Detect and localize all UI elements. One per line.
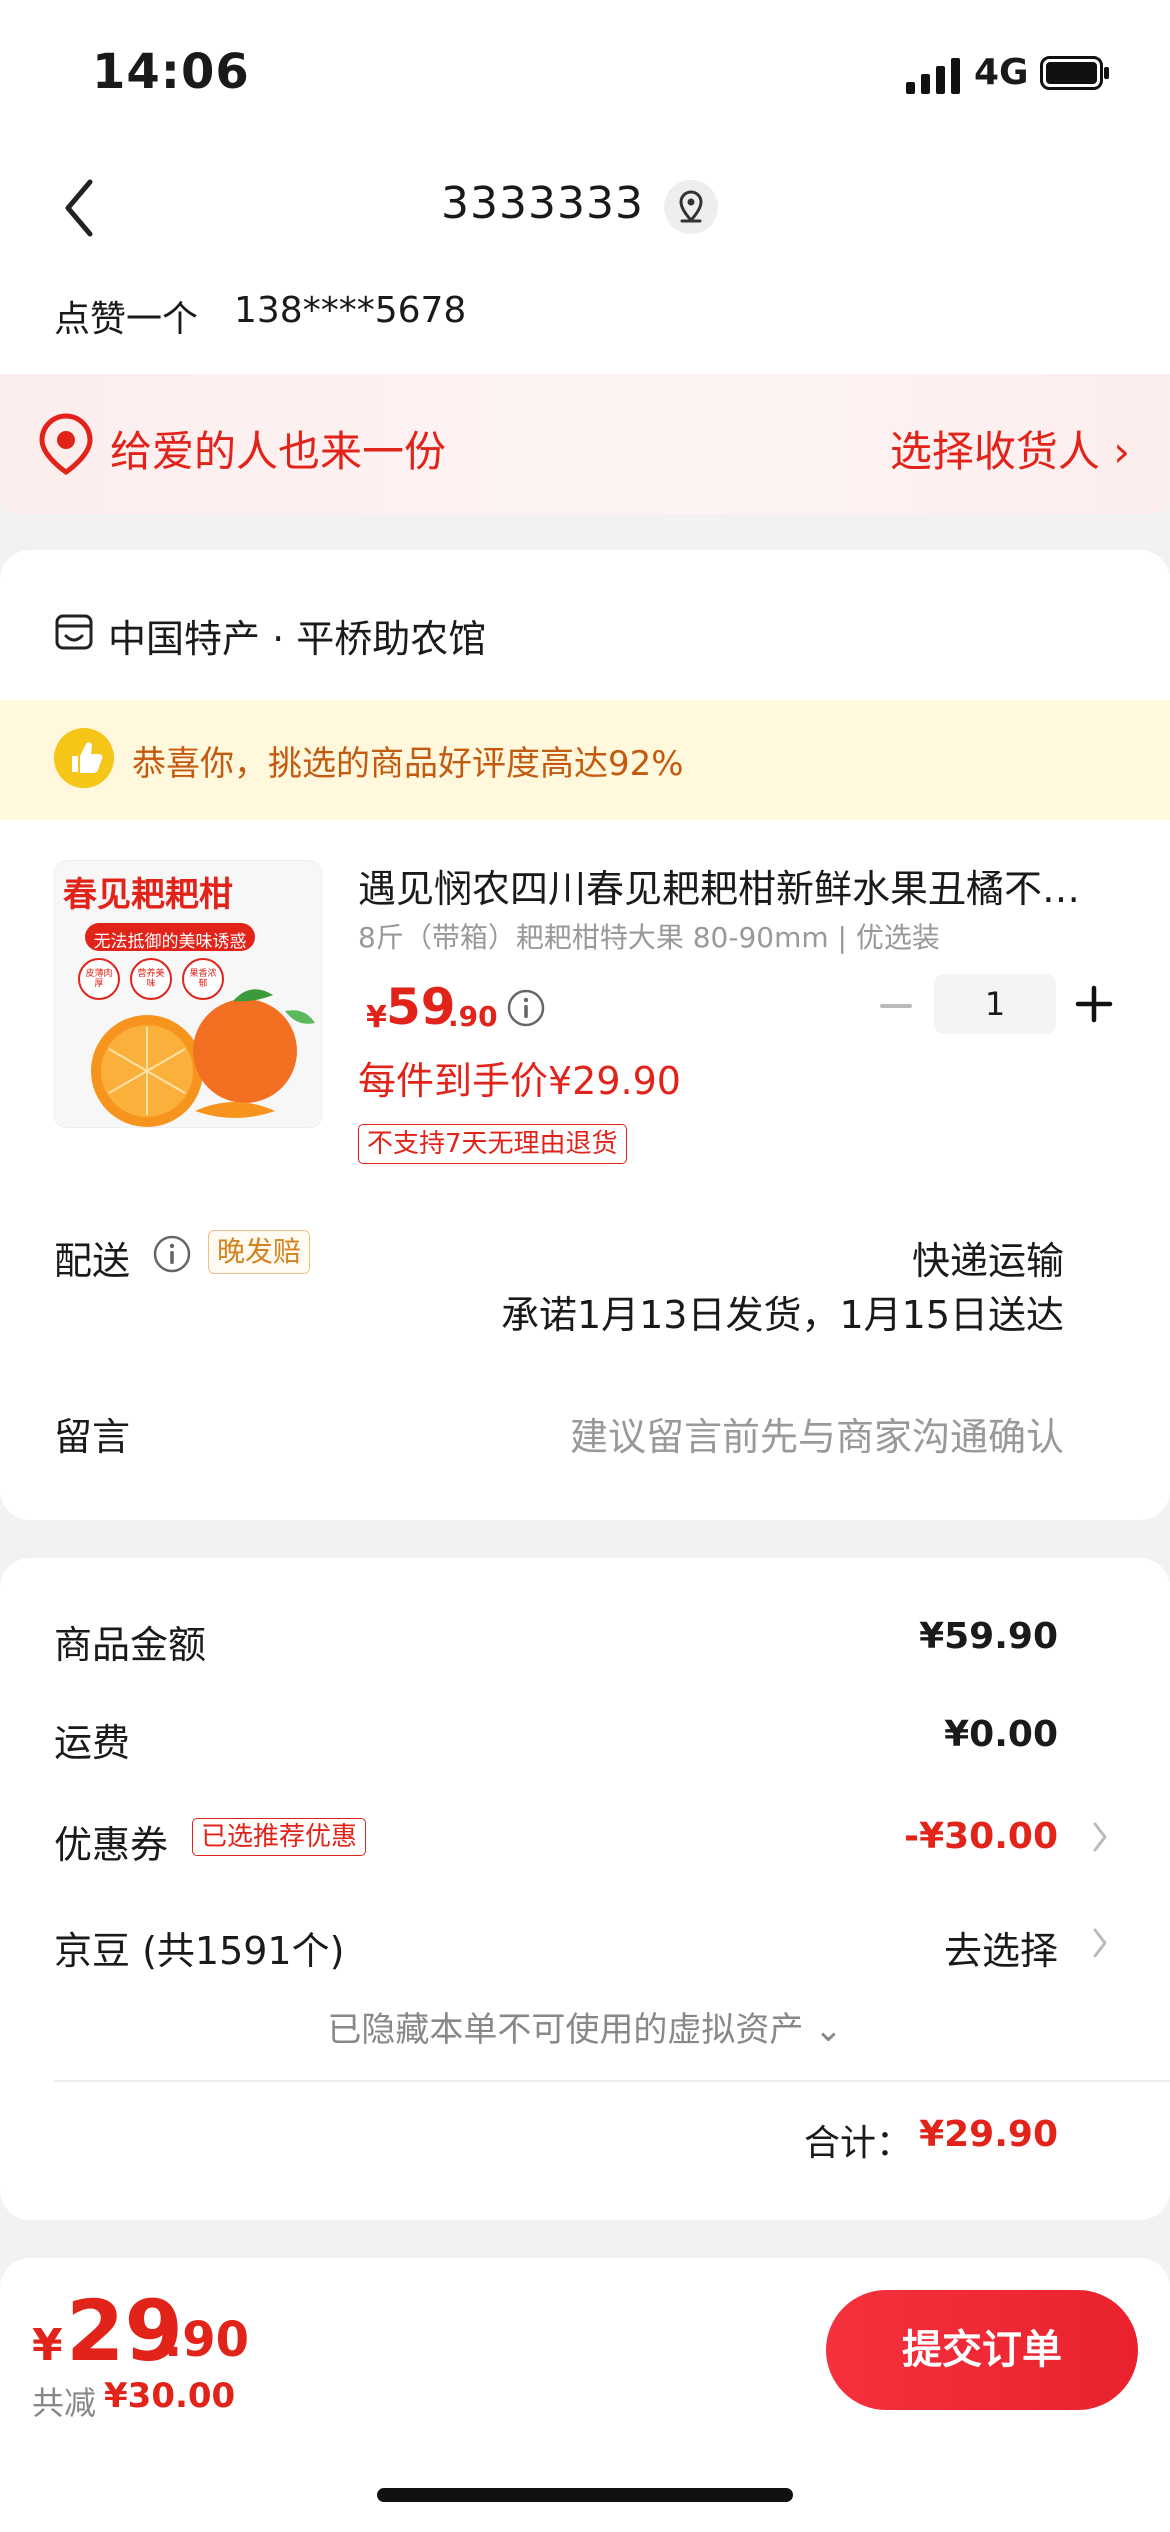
shipping-info-icon[interactable] xyxy=(152,1234,192,1274)
submit-order-button[interactable]: 提交订单 xyxy=(826,2290,1138,2410)
product-spec: 8斤（带箱）耙耙柑特大果 80-90mm | 优选装 xyxy=(358,921,940,954)
store-name[interactable]: 中国特产 · 平桥助农馆 xyxy=(108,608,486,663)
product-image-title: 春见耙耙柑 xyxy=(63,875,233,915)
signal-icon xyxy=(906,58,960,94)
hidden-assets-toggle[interactable]: 已隐藏本单不可使用的虚拟资产 ⌄ xyxy=(0,2002,1170,2051)
saved-label: 共减 xyxy=(32,2384,97,2422)
product-image-tag: 果香浓郁 xyxy=(189,969,217,989)
price-decimal: .90 xyxy=(448,1000,498,1033)
goods-amount-label: 商品金额 xyxy=(54,1623,207,1667)
total-value: ¥29.90 xyxy=(919,2114,1058,2155)
total-label: 合计： xyxy=(803,2123,912,2164)
location-target-icon xyxy=(39,413,93,476)
quantity-value[interactable]: 1 xyxy=(934,974,1056,1034)
message-label: 留言 xyxy=(54,1415,131,1459)
return-policy-badge: 不支持7天无理由退货 xyxy=(358,1124,627,1164)
freight-label: 运费 xyxy=(54,1721,131,1765)
payable-decimal: .90 xyxy=(164,2312,250,2368)
location-button[interactable] xyxy=(664,180,718,234)
goods-amount-value: ¥59.90 xyxy=(919,1616,1058,1657)
coupon-label[interactable]: 优惠券 xyxy=(54,1814,168,1869)
freight-value: ¥0.00 xyxy=(944,1714,1058,1755)
jd-beans-label[interactable]: 京豆 (共1591个) xyxy=(54,1920,344,1975)
praise-text: 恭喜你，挑选的商品好评度高达92% xyxy=(132,744,684,784)
price-symbol: ¥ xyxy=(366,1000,387,1035)
chevron-right-icon[interactable] xyxy=(1090,1926,1110,1960)
network-label: 4G xyxy=(974,52,1029,93)
product-image-subtitle: 无法抵御的美味诱惑 xyxy=(93,932,247,952)
info-icon[interactable] xyxy=(506,988,546,1028)
payable-symbol: ¥ xyxy=(32,2320,63,2371)
recipient-name[interactable]: 3333333 xyxy=(0,178,1085,229)
chevron-right-icon[interactable] xyxy=(1090,1820,1110,1854)
quantity-minus-icon[interactable] xyxy=(876,986,916,1026)
thumbs-up-icon xyxy=(54,728,114,788)
product-image-tag: 营养美味 xyxy=(137,969,165,989)
jd-beans-select[interactable]: 去选择 xyxy=(944,1920,1058,1975)
divider xyxy=(54,2080,1170,2082)
price-integer: 59 xyxy=(386,978,456,1036)
coupon-value[interactable]: -¥30.00 xyxy=(904,1816,1058,1857)
shipping-method[interactable]: 快递运输 xyxy=(912,1230,1064,1285)
shipping-label: 配送 xyxy=(54,1239,131,1283)
address-detail: 点赞一个 xyxy=(54,299,199,340)
product-title[interactable]: 遇见悯农四川春见耙耙柑新鲜水果丑橘不知火当季整箱 xyxy=(358,858,1118,913)
unit-price: 每件到手价¥29.90 xyxy=(358,1059,681,1103)
location-pin-icon xyxy=(679,190,703,223)
quantity-plus-icon[interactable] xyxy=(1074,984,1114,1024)
saved-value: ¥30.00 xyxy=(104,2376,236,2416)
coupon-badge: 已选推荐优惠 xyxy=(192,1818,367,1856)
late-compensation-badge: 晚发赔 xyxy=(208,1230,311,1274)
message-input[interactable]: 建议留言前先与商家沟通确认 xyxy=(570,1406,1064,1461)
recipient-phone: 138****5678 xyxy=(234,290,467,331)
select-recipient-link[interactable]: 选择收货人 › xyxy=(890,418,1130,479)
gift-banner-text: 给爱的人也来一份 xyxy=(110,427,447,476)
battery-icon xyxy=(1040,56,1109,90)
status-time: 14:06 xyxy=(92,44,250,100)
product-image[interactable]: 春见耙耙柑 无法抵御的美味诱惑 皮薄肉厚 营养美味 果香浓郁 xyxy=(54,860,322,1128)
shipping-promise: 承诺1月13日发货，1月15日送达 xyxy=(500,1293,1064,1337)
home-indicator[interactable] xyxy=(377,2488,793,2502)
store-icon xyxy=(55,614,93,650)
product-image-tag: 皮薄肉厚 xyxy=(85,969,113,989)
